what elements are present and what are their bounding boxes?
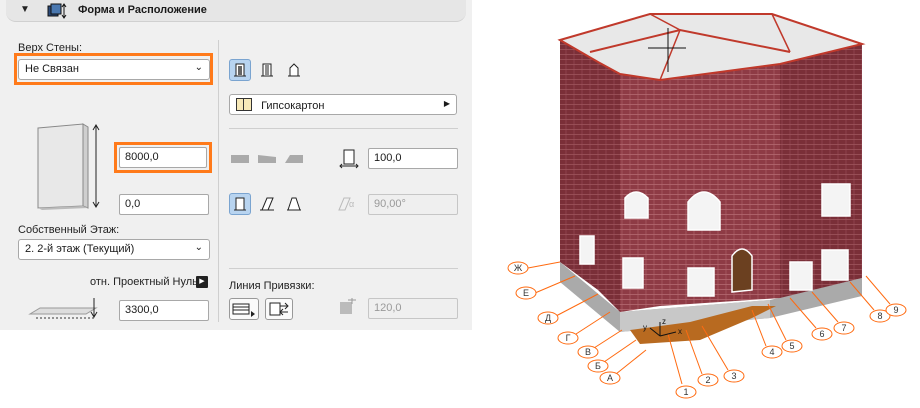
composite-value: Гипсокартон <box>261 100 325 112</box>
panel-header[interactable]: ▼ Форма и Расположение <box>6 0 466 22</box>
axis-letter: А <box>607 373 613 383</box>
wall-thickness-input[interactable]: 100,0 <box>368 148 458 169</box>
top-offset-input[interactable]: 0,0 <box>119 194 209 215</box>
axis-z-label: z <box>662 317 666 326</box>
triangle-right-icon[interactable]: ▶ <box>196 276 208 288</box>
axis-letter: Г <box>566 333 571 343</box>
wall-thickness-icon <box>339 149 359 169</box>
ref-line-location-button[interactable] <box>229 298 259 320</box>
wall-settings-icon <box>47 3 67 19</box>
axis-number: 1 <box>683 387 688 397</box>
base-elevation-input[interactable]: 3300,0 <box>119 300 209 321</box>
flip-ref-line-button[interactable] <box>265 298 293 320</box>
axis-letter: Ж <box>514 263 523 273</box>
ref-offset-icon <box>340 298 356 314</box>
axis-number: 7 <box>841 323 846 333</box>
building-3d-view: Ж Е Д Г В Б А 1 2 3 4 5 6 7 8 9 x y z <box>507 13 907 399</box>
profile-straight-button[interactable] <box>229 148 251 170</box>
axis-letter: Е <box>523 288 529 298</box>
section-divider <box>229 268 458 269</box>
entrance-door <box>731 248 753 293</box>
highlight-frame <box>14 53 213 85</box>
relative-label: отн. Проектный Нуль <box>90 276 198 288</box>
composite-structure-icon <box>236 98 252 111</box>
axis-letter: Б <box>595 361 601 371</box>
triangle-down-icon[interactable]: ▼ <box>20 4 30 15</box>
base-offset-icon <box>28 298 98 319</box>
wall-type-polygonal-button[interactable] <box>283 59 305 81</box>
axis-number: 9 <box>893 305 898 315</box>
axis-number: 2 <box>705 375 710 385</box>
home-story-select[interactable]: 2. 2-й этаж (Текущий) ⌄ <box>18 239 210 260</box>
wall-angle-input[interactable]: 90,00° <box>368 194 458 215</box>
wall-type-straight-button[interactable] <box>229 59 251 81</box>
triangle-right-icon: ▶ <box>443 99 450 108</box>
axis-letter: Д <box>545 313 551 323</box>
profile-double-slanted-button[interactable] <box>283 148 305 170</box>
highlight-frame <box>114 142 212 173</box>
wall-inclination-slanted-button[interactable] <box>256 193 278 215</box>
axis-number: 3 <box>731 371 736 381</box>
axis-y-label: y <box>643 323 647 332</box>
ref-offset-input[interactable]: 120,0 <box>368 298 458 319</box>
axis-letter: В <box>585 347 591 357</box>
angle-icon: α <box>338 197 354 211</box>
svg-text:α: α <box>349 199 354 209</box>
profile-slanted-button[interactable] <box>256 148 278 170</box>
axis-number: 8 <box>877 311 882 321</box>
wall-height-preview-icon <box>37 123 100 210</box>
composite-select[interactable]: Гипсокартон ▶ <box>229 94 457 115</box>
axis-number: 5 <box>789 341 794 351</box>
axis-number: 4 <box>769 347 774 357</box>
panel-title: Форма и Расположение <box>78 4 207 16</box>
ref-line-label: Линия Привязки: <box>229 280 315 292</box>
home-story-label: Собственный Этаж: <box>18 224 120 236</box>
home-story-value: 2. 2-й этаж (Текущий) <box>25 243 135 255</box>
wall-inclination-double-button[interactable] <box>283 193 305 215</box>
column-divider <box>218 40 219 322</box>
wall-settings-panel: ▼ Форма и Расположение Верх Стены: Не Св… <box>0 0 472 330</box>
wall-inclination-vertical-button[interactable] <box>229 193 251 215</box>
wall-type-trapezoid-button[interactable] <box>256 59 278 81</box>
section-divider <box>229 128 458 129</box>
axis-x-label: x <box>678 327 682 336</box>
axis-number: 6 <box>819 329 824 339</box>
chevron-down-icon: ⌄ <box>194 242 203 253</box>
